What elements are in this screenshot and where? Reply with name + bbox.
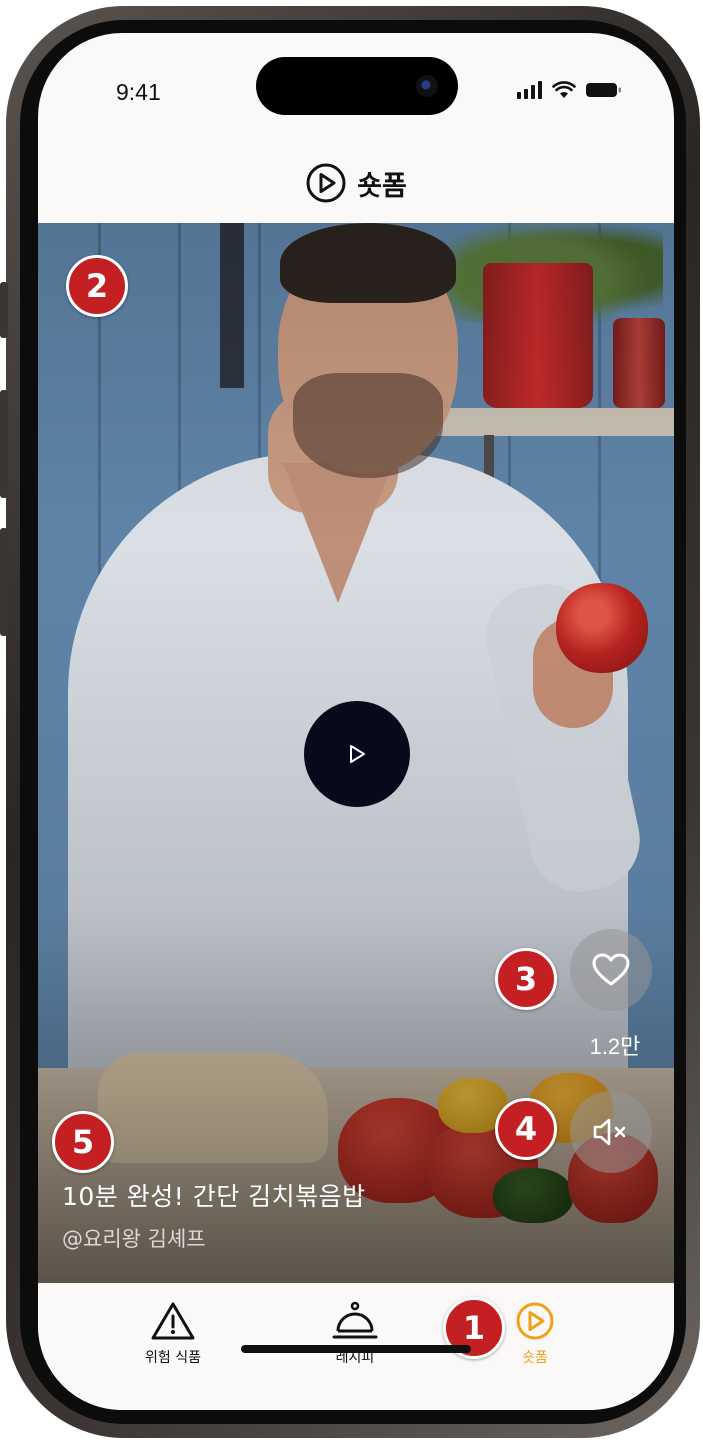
tab-recipe[interactable]: 레시피 [290, 1301, 420, 1367]
home-indicator[interactable] [241, 1345, 471, 1353]
tab-dangerous-food[interactable]: 위험 식품 [108, 1301, 238, 1367]
video-title: 10분 완성! 간단 김치볶음밥 [62, 1182, 366, 1211]
action-button [0, 282, 8, 338]
status-icons [517, 81, 622, 99]
play-icon [350, 745, 365, 763]
annotation-badge-2: 2 [66, 255, 128, 317]
cloche-icon [332, 1301, 378, 1339]
play-circle-icon [306, 163, 346, 203]
volume-up-button [0, 390, 8, 498]
video-author[interactable]: @요리왕 김셰프 [62, 1223, 206, 1253]
volume-down-button [0, 528, 8, 636]
play-button[interactable] [304, 701, 410, 807]
play-circle-icon [516, 1302, 554, 1340]
warning-triangle-icon [151, 1302, 195, 1340]
signal-icon [517, 81, 542, 99]
tab-label: 위험 식품 [145, 1350, 201, 1366]
annotation-badge-3: 3 [495, 948, 557, 1010]
tab-label: 숏폼 [522, 1350, 548, 1366]
like-count: 1.2만 [589, 1034, 641, 1059]
page-title: 숏폼 [357, 170, 407, 202]
heart-icon [592, 953, 630, 986]
mute-button[interactable] [570, 1091, 652, 1173]
tab-shortform[interactable]: 숏폼 [470, 1301, 600, 1367]
screen: 9:41 숏폼 1.2만 10분 완성! 간단 김치볶음밥 @요리왕 김셰프 2… [38, 33, 674, 1410]
dynamic-island [256, 57, 458, 115]
shortform-video[interactable]: 1.2만 10분 완성! 간단 김치볶음밥 @요리왕 김셰프 [38, 223, 674, 1283]
wifi-icon [552, 81, 576, 98]
like-button[interactable] [570, 929, 652, 1011]
page-header: 숏폼 [38, 143, 674, 223]
annotation-badge-5: 5 [52, 1111, 114, 1173]
annotation-badge-4: 4 [495, 1098, 557, 1160]
camera-icon [416, 75, 438, 97]
speaker-mute-icon [593, 1118, 626, 1146]
battery-icon [586, 83, 621, 97]
status-time: 9:41 [116, 79, 161, 105]
